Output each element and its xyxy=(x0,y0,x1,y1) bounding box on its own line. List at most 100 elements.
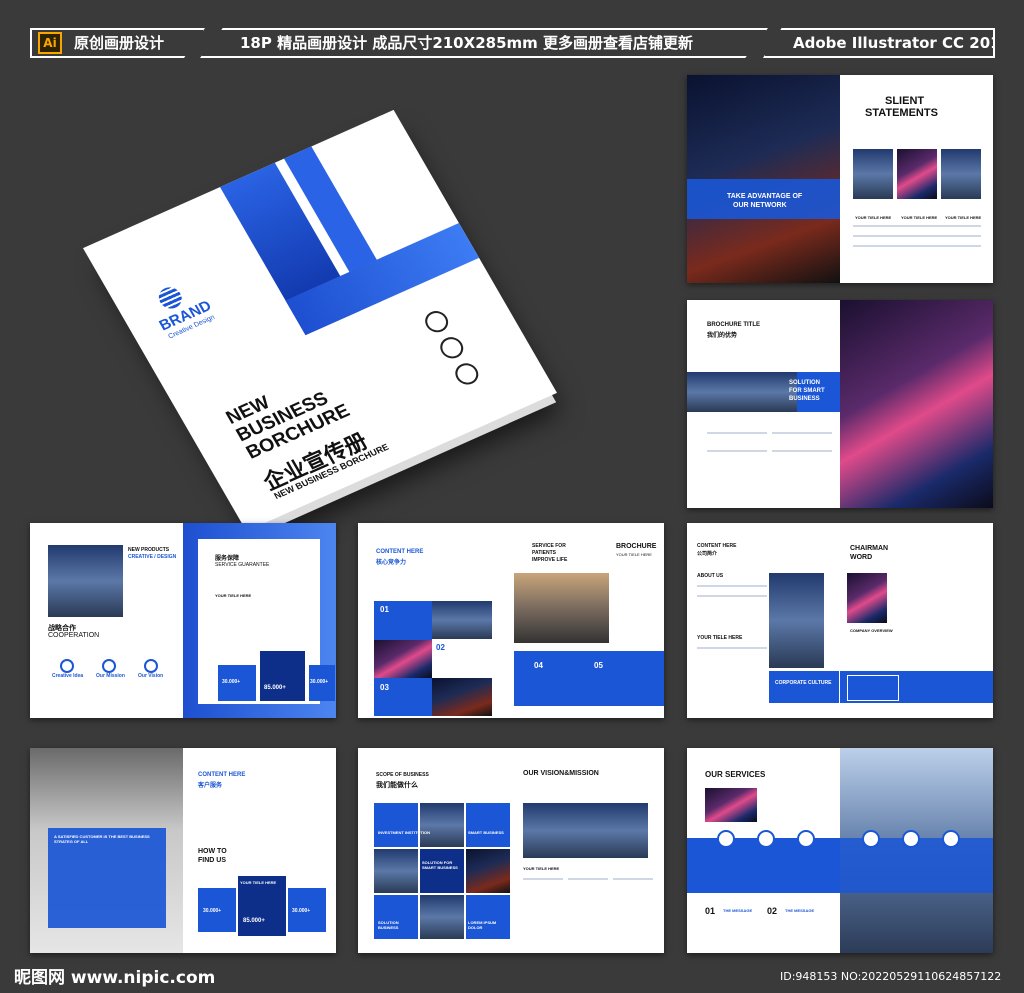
spread-content-core: CONTENT HERE 核心竞争力 01 02 03 SERVICE FOR … xyxy=(358,523,664,718)
stat-value-1: 30.000+ xyxy=(203,908,222,914)
statement-text-line xyxy=(853,235,981,237)
tile-solution xyxy=(420,849,464,893)
services-photo xyxy=(705,788,757,822)
how-line-1: HOW TO xyxy=(198,848,227,855)
text-line xyxy=(697,585,767,587)
tile-investment xyxy=(374,803,418,847)
company-overview-label: COMPANY OVERVIEW xyxy=(850,628,893,633)
brochure-label: BROCHURE xyxy=(616,543,657,550)
spread-customer: A SATISFIED CUSTOMER IS THE BEST BUSINES… xyxy=(30,748,336,953)
stat-value-2: 85.000+ xyxy=(264,685,286,691)
horizon-photo xyxy=(687,372,797,412)
spread-services: OUR SERVICES 01 02 THE MESSAGE THE MESSA… xyxy=(687,748,993,953)
solution-line-3: BUSINESS xyxy=(789,396,820,402)
cover-circle-icon-3 xyxy=(451,359,483,388)
stat-title: YOUR TIELE HERE xyxy=(240,880,277,885)
tile-photo-1 xyxy=(420,803,464,847)
office-photo xyxy=(523,803,648,858)
chairman-line-1: CHAIRMAN xyxy=(850,545,889,552)
services-heading: OUR SERVICES xyxy=(705,770,766,779)
number-02: 02 xyxy=(436,643,445,652)
service-label: SERVICE GUARANTEE xyxy=(215,562,270,568)
content-cn-label: 核心竞争力 xyxy=(376,560,407,566)
scope-label: SCOPE OF BUSINESS xyxy=(376,772,429,778)
header-bar: 原创画册设计 Ai 18P 精品画册设计 成品尺寸210X285mm 更多画册查… xyxy=(0,0,1024,62)
statements-heading-2: STATEMENTS xyxy=(865,107,938,119)
tile-lorem xyxy=(466,895,510,939)
your-title-label: YOUR TIELE HERE xyxy=(697,635,743,641)
service-title: YOUR TIELE HERE xyxy=(215,593,252,598)
number-04: 04 xyxy=(534,661,543,670)
grid-photo-1 xyxy=(432,601,492,639)
new-products-label: NEW PRODUCTS xyxy=(128,547,170,553)
icon-label-2: Our Mission xyxy=(96,673,125,679)
text-line xyxy=(707,432,767,434)
statement-text-line xyxy=(853,245,981,247)
number-01: 01 xyxy=(380,605,389,614)
image-id: ID:948153 NO:20220529110624857122 xyxy=(780,970,1002,983)
overview-box xyxy=(847,675,899,701)
service-icon-5 xyxy=(902,830,920,848)
message-label-1: THE MESSAGE xyxy=(723,908,753,913)
services-band-right xyxy=(840,838,993,893)
service-icon-2 xyxy=(757,830,775,848)
content-cn-label: 公司简介 xyxy=(697,551,718,557)
lightbulb-icon xyxy=(60,659,74,673)
header-segment-software: Adobe Illustrator CC 2018 xyxy=(763,28,995,58)
stat-value-3: 30.000+ xyxy=(292,908,311,914)
number-01: 01 xyxy=(705,906,716,916)
text-line xyxy=(697,647,767,649)
service-line-3: IMPROVE LIFE xyxy=(532,557,568,563)
service-icon-3 xyxy=(797,830,815,848)
illustrator-icon: Ai xyxy=(38,32,62,54)
content-here-label: CONTENT HERE xyxy=(697,543,737,549)
service-icon-1 xyxy=(717,830,735,848)
numbers-band xyxy=(514,651,664,706)
tower-photo xyxy=(769,573,824,668)
stat-value-3: 30.000+ xyxy=(310,679,329,685)
text-line xyxy=(568,878,608,880)
text-line xyxy=(613,878,653,880)
vision-heading: OUR VISION&MISSION xyxy=(523,770,599,777)
solution-line-1: SOLUTION xyxy=(789,380,820,386)
statement-caption-2: YOUR TIELE HERE xyxy=(901,215,938,220)
content-here-label: CONTENT HERE xyxy=(198,772,246,778)
target-icon xyxy=(102,659,116,673)
number-03: 03 xyxy=(380,683,389,692)
customer-quote: A SATISFIED CUSTOMER IS THE BEST BUSINES… xyxy=(54,834,150,844)
tile-label-1: INVESTMENT INSTITUTION xyxy=(378,830,430,835)
grid-photo-2 xyxy=(374,640,432,678)
scope-cn-label: 我们能做什么 xyxy=(376,782,418,789)
brochure-title-cn: 我们的优势 xyxy=(707,333,738,339)
tile-smart xyxy=(466,803,510,847)
banner-line-2: OUR NETWORK xyxy=(733,202,787,209)
tile-solution-business xyxy=(374,895,418,939)
corporate-band xyxy=(769,671,839,703)
grid-photo-3 xyxy=(432,678,492,716)
tile-label-5: LOREM IPSUM DOLOR xyxy=(468,920,497,930)
statement-photo-3 xyxy=(941,149,981,199)
cooperation-label: COOPERATION xyxy=(48,632,100,639)
creative-design-label: CREATIVE / DESIGN xyxy=(128,554,177,560)
icon-label-1: Creative Idea xyxy=(52,673,84,679)
site-watermark: 昵图网 www.nipic.com xyxy=(14,968,216,988)
stat-card-center xyxy=(260,651,305,701)
brochure-cover-mockup: BRAND Creative Design NEW BUSINESS BORCH… xyxy=(82,80,610,537)
service-line-2: PATIENTS xyxy=(532,550,556,556)
vision-icon xyxy=(144,659,158,673)
road-photo xyxy=(514,573,609,643)
number-02: 02 xyxy=(767,906,778,916)
text-line xyxy=(697,595,767,597)
spread-brochure-title: BROCHURE TITLE 我们的优势 SOLUTION FOR SMART … xyxy=(687,300,993,508)
brochure-title: BROCHURE TITLE xyxy=(707,322,760,328)
spread-vision: SCOPE OF BUSINESS 我们能做什么 INVESTMENT INST… xyxy=(358,748,664,953)
tile-photo-3 xyxy=(466,849,510,893)
stat-value-1: 30.000+ xyxy=(222,679,241,685)
statement-text-line xyxy=(853,225,981,227)
icon-label-3: Our Vision xyxy=(138,673,164,679)
text-line xyxy=(772,432,832,434)
chairman-line-2: WORD xyxy=(850,554,873,561)
service-line-1: SERVICE FOR xyxy=(532,543,566,549)
content-here-label: CONTENT HERE xyxy=(376,549,424,555)
tile-label-4: SOLUTION BUSINESS xyxy=(378,920,399,930)
